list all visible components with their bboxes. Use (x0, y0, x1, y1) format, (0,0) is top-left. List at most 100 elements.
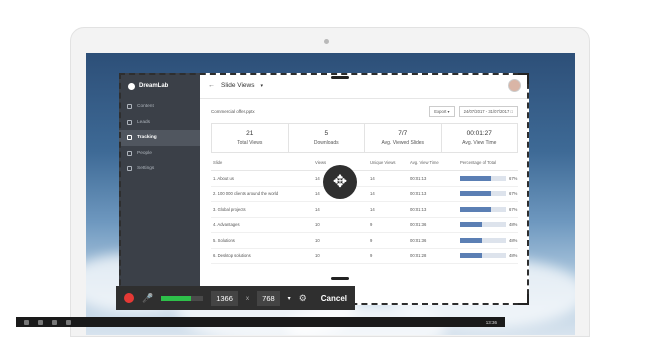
slide-name: 3. Global projects (213, 206, 246, 212)
slide-avg-time: 00:01:13 (410, 191, 427, 197)
sidebar-item-label: Settings (137, 166, 155, 172)
sidebar-item-content[interactable]: Content (119, 99, 200, 115)
slide-avg-time: 00:01:13 (410, 206, 427, 212)
chevron-down-icon[interactable]: ▾ (260, 83, 263, 89)
slide-views: 14 (315, 206, 320, 212)
sidebar-item-settings[interactable]: Settings (119, 161, 200, 177)
main-panel: ← Slide Views ▾ Commercial offer.pptx Ex… (200, 73, 529, 305)
stat-total-views: 21 Total Views (212, 124, 289, 152)
percentage-bar (460, 237, 506, 243)
resize-handle-bottom-right[interactable] (518, 294, 529, 305)
search-icon[interactable] (38, 319, 43, 325)
slide-name: 4. Advantages (213, 222, 240, 228)
percentage-bar (460, 175, 506, 181)
sidebar-item-leads[interactable]: Leads (119, 115, 200, 131)
slides-table: Slide Views Unique Views Avg. View Time … (211, 154, 518, 264)
page-title[interactable]: Slide Views (221, 82, 254, 89)
table-row[interactable]: 2. 100 000 clients around the world 14 14 0… (211, 187, 518, 202)
cancel-button[interactable]: Cancel (321, 294, 347, 303)
percentage-label: 48% (509, 253, 518, 259)
slide-avg-time: 00:01:36 (410, 237, 427, 243)
percentage-label: 67% (509, 175, 518, 181)
content-icon (127, 104, 132, 110)
mic-level-meter (161, 295, 204, 301)
slide-unique-views: 14 (370, 191, 375, 197)
resize-handle-bottom[interactable] (331, 277, 349, 280)
table-row[interactable]: 6. Desktop solutions 10 9 00:01:28 48% (211, 249, 518, 264)
recording-toolbar: 🎤 1366 x 768 ▾ ⚙ Cancel (116, 286, 355, 310)
sidebar: DreamLab Content Leads Tracking People S… (119, 73, 200, 305)
percentage-bar (460, 206, 506, 212)
table-row[interactable]: 5. Solutions 10 9 00:01:36 48% (211, 233, 518, 249)
dreamlab-logo-icon (128, 82, 135, 90)
table-header: Slide Views Unique Views Avg. View Time … (211, 154, 518, 171)
slide-unique-views: 9 (370, 237, 373, 243)
export-button[interactable]: Export ▾ (429, 105, 455, 117)
width-input[interactable]: 1366 (211, 290, 238, 306)
date-range-picker[interactable]: 24/07/2017 - 31/07/2017 □ (458, 105, 518, 117)
table-row[interactable]: 3. Global projects 14 14 00:01:13 67% (211, 202, 518, 218)
brand[interactable]: DreamLab (119, 73, 200, 99)
table-row[interactable]: 1. About us 14 14 00:01:13 67% (211, 171, 518, 187)
slide-percentage: 48% (460, 237, 518, 243)
slide-percentage: 67% (460, 191, 518, 197)
percentage-bar (460, 253, 506, 259)
percentage-label: 48% (509, 237, 518, 243)
task-view-icon[interactable] (52, 319, 57, 325)
height-input[interactable]: 768 (257, 290, 280, 306)
slide-unique-views: 9 (370, 253, 373, 259)
stat-avg-viewed-slides: 7/7 Avg. Viewed Slides (365, 124, 442, 152)
gear-icon[interactable]: ⚙ (299, 293, 307, 304)
stat-avg-view-time: 00:01:27 Avg. View Time (462, 130, 497, 146)
settings-icon (127, 166, 132, 172)
sidebar-item-label: People (137, 150, 152, 156)
slide-unique-views: 14 (370, 175, 375, 181)
percentage-bar (460, 191, 506, 197)
taskbar: 13:36 (16, 317, 505, 327)
slide-views: 10 (315, 237, 320, 243)
slide-name: 6. Desktop solutions (213, 253, 251, 259)
header: ← Slide Views ▾ (200, 73, 529, 99)
percentage-label: 67% (509, 206, 518, 212)
back-arrow-icon[interactable]: ← (208, 82, 215, 89)
record-button[interactable] (124, 293, 134, 303)
dimension-separator: x (245, 294, 250, 302)
start-icon[interactable] (24, 319, 29, 325)
taskbar-clock: 13:36 (485, 319, 497, 325)
slide-unique-views: 9 (370, 222, 373, 228)
slide-unique-views: 14 (370, 206, 375, 212)
leads-icon (127, 119, 132, 125)
tracking-icon (127, 135, 132, 141)
chrome-icon[interactable] (66, 319, 71, 325)
slide-percentage: 67% (460, 175, 518, 181)
percentage-label: 67% (509, 191, 518, 197)
people-icon (127, 150, 132, 156)
brand-name: DreamLab (139, 83, 169, 89)
file-row: Commercial offer.pptx Export ▾ 24/07/201… (200, 99, 529, 123)
percentage-bar (460, 222, 506, 228)
table-row[interactable]: 4. Advantages 10 9 00:01:36 48% (211, 218, 518, 233)
slide-percentage: 48% (460, 253, 518, 259)
slide-name: 2. 100 000 clients around the world (213, 191, 279, 197)
microphone-icon[interactable]: 🎤 (142, 293, 153, 304)
slide-name: 5. Solutions (213, 237, 235, 243)
file-name: Commercial offer.pptx (211, 108, 255, 114)
webcam (324, 39, 329, 44)
sidebar-item-label: Content (137, 104, 154, 110)
sidebar-item-label: Tracking (137, 135, 157, 141)
percentage-label: 48% (509, 222, 518, 228)
slide-avg-time: 00:01:36 (410, 222, 427, 228)
slide-avg-time: 00:01:13 (410, 175, 427, 181)
slide-percentage: 48% (460, 222, 518, 228)
resize-handle-top[interactable] (331, 76, 349, 79)
slide-name: 1. About us (213, 175, 234, 181)
sidebar-item-label: Leads (137, 119, 151, 125)
sidebar-item-tracking[interactable]: Tracking (119, 130, 200, 146)
resize-handle-top-right[interactable] (518, 73, 529, 84)
move-handle-icon[interactable]: ✥ (323, 165, 357, 199)
stats-panel: 21 Total Views 5 Downloads 7/7 Avg. View… (211, 123, 518, 153)
chevron-down-icon[interactable]: ▾ (288, 295, 291, 302)
slide-avg-time: 00:01:28 (410, 253, 427, 259)
sidebar-item-people[interactable]: People (119, 146, 200, 162)
slide-percentage: 67% (460, 206, 518, 212)
